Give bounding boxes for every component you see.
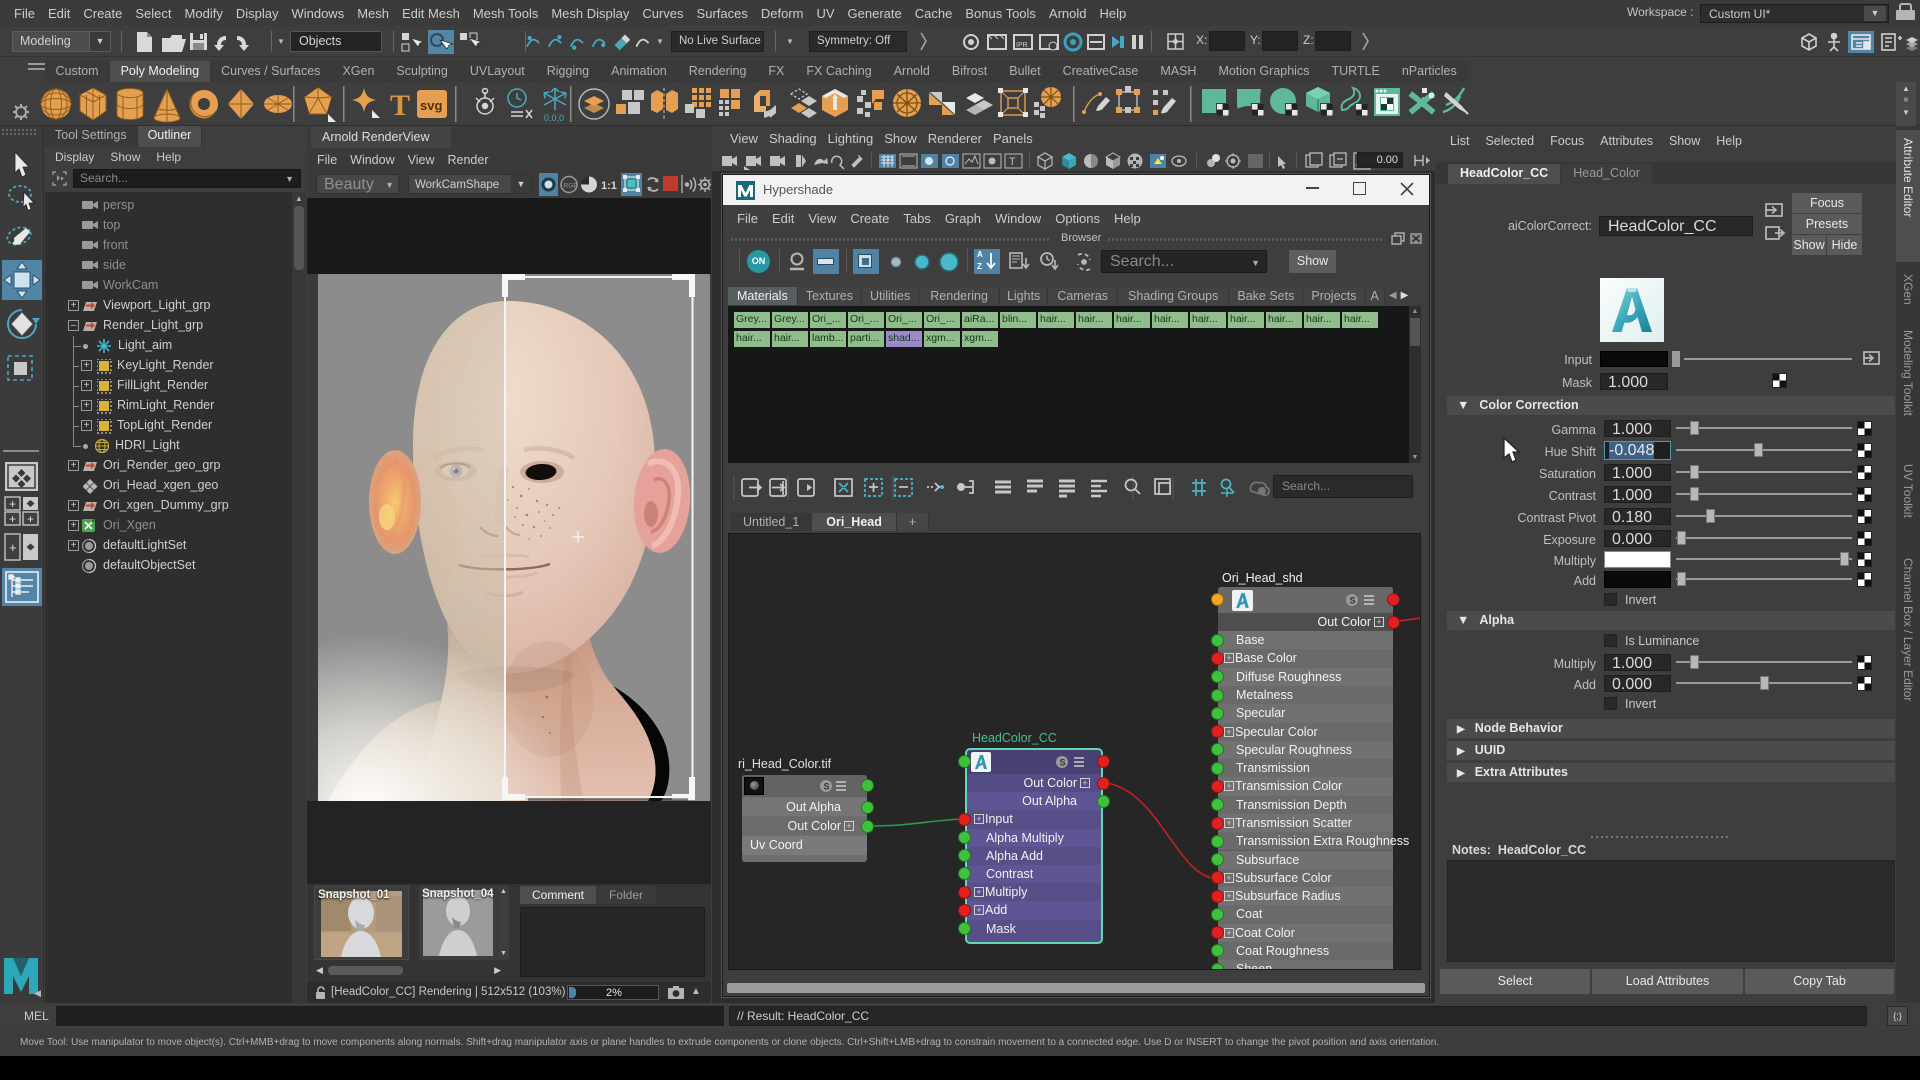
svg-text:T: T: [1009, 156, 1016, 168]
svg-text:S: S: [1060, 758, 1066, 768]
svg-text:0,0,0: 0,0,0: [544, 113, 564, 123]
svg-text:svg: svg: [420, 98, 442, 113]
svg-text:S: S: [1350, 596, 1356, 606]
svg-text:RGB: RGB: [564, 183, 578, 190]
svg-text:S: S: [824, 782, 830, 792]
svg-text:IPR: IPR: [1016, 42, 1028, 49]
svg-text:+: +: [9, 512, 16, 526]
svg-text:+: +: [9, 497, 16, 511]
svg-text:+: +: [27, 512, 34, 526]
svg-text:+: +: [9, 540, 17, 555]
svg-text:T: T: [390, 89, 410, 122]
svg-text:1:1: 1:1: [601, 180, 617, 192]
